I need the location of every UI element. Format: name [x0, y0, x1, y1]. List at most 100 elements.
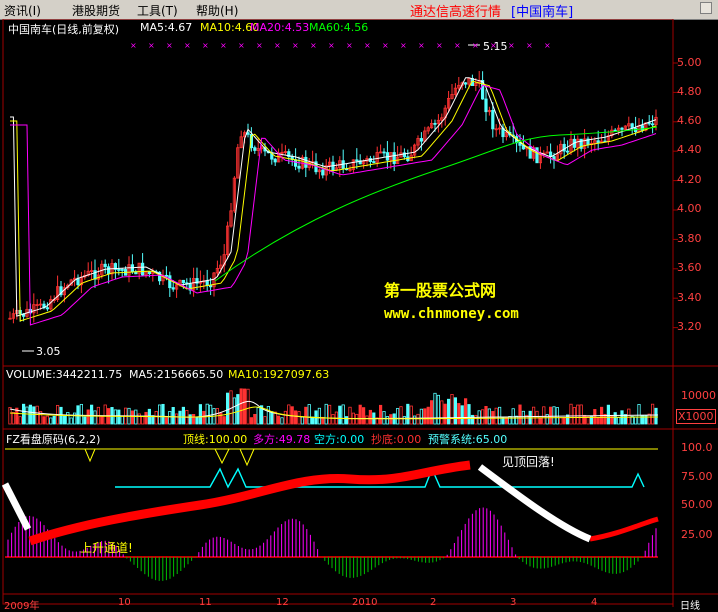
volume-bar: [341, 404, 345, 425]
signal-marker: ×: [418, 41, 425, 50]
signal-marker: ×: [436, 41, 443, 50]
volume-bar: [361, 407, 366, 425]
volume-bar: [579, 404, 583, 425]
candle-body: [596, 140, 600, 144]
volume-bar: [161, 403, 165, 425]
volume-bar: [198, 404, 202, 425]
candle-body: [273, 158, 277, 163]
volume-bar: [651, 403, 655, 425]
signal-marker: ×: [472, 41, 479, 50]
volume-bar: [583, 414, 587, 425]
time-label: 11: [199, 597, 212, 608]
candle-body: [419, 138, 424, 142]
candle-body: [647, 122, 651, 125]
volume-bar: [293, 410, 298, 425]
time-label: 12: [276, 597, 289, 608]
volume-bar: [327, 404, 332, 425]
volume-bar: [249, 417, 253, 425]
menu-hk-futures[interactable]: 港股期货: [72, 2, 120, 19]
high-marker: 5.15: [483, 40, 508, 53]
ma10-line: [10, 80, 657, 322]
period-label[interactable]: 日线: [680, 597, 700, 612]
signal-marker: ×: [184, 41, 191, 50]
candle-body: [181, 279, 185, 284]
signal-marker: ×: [166, 41, 173, 50]
signal-marker: ×: [526, 41, 533, 50]
candle-body: [392, 152, 396, 164]
volume-bar: [440, 400, 444, 425]
volume-bar: [450, 394, 454, 425]
volume-bar: [73, 412, 77, 425]
menu-help[interactable]: 帮助(H): [196, 2, 238, 19]
price-tick: 3.80: [677, 232, 702, 245]
volume-bar: [378, 404, 383, 425]
volume-bar: [164, 417, 168, 425]
volume-bar: [35, 405, 39, 425]
volume-bar: [627, 408, 631, 425]
volume-bar: [429, 400, 434, 425]
candle-body: [147, 271, 151, 275]
candle-body: [168, 275, 172, 289]
volume-bar: [623, 414, 628, 425]
volume-bar: [549, 406, 553, 425]
menu-tools[interactable]: 工具(T): [137, 2, 178, 19]
price-tick: 5.00: [677, 56, 702, 69]
time-label: 2009年: [4, 601, 40, 612]
ma20-label: MA20:4.53: [250, 21, 310, 34]
price-tick: 4.40: [677, 143, 702, 156]
candle-body: [491, 109, 495, 130]
ma60-line: [214, 126, 658, 282]
chart-stage: × × × × × × × × × × × × × × × × × × × × × × × × 中国南车(日线,前复权) MA…: [0, 19, 718, 612]
volume-bar: [409, 405, 413, 425]
volume-bar: [406, 403, 410, 425]
volume-bar: [283, 410, 288, 425]
chart-canvas[interactable]: × × × × × × × × × × × × × × × × × × × × × × × ×: [0, 19, 718, 607]
volume-bar: [446, 398, 451, 425]
volume-bar: [436, 394, 441, 425]
volume-bar: [460, 405, 464, 425]
volume-bar: [532, 406, 536, 425]
volume-bar: [463, 398, 468, 425]
volume-bar: [178, 410, 182, 425]
volume-bar: [66, 412, 70, 425]
volume-bar: [310, 416, 315, 425]
volume-bar: [637, 404, 641, 425]
window-title: 通达信高速行情: [410, 5, 502, 20]
volume-bar: [419, 408, 424, 425]
restore-icon[interactable]: [700, 2, 712, 14]
volume-bar: [467, 404, 471, 425]
volume-bar: [593, 409, 597, 425]
candle-body: [372, 161, 376, 163]
price-tick: 4.20: [677, 173, 702, 186]
volume-bar: [32, 406, 36, 425]
volume-bar: [134, 409, 138, 425]
volume-bar: [562, 417, 566, 425]
candle-body: [107, 266, 111, 275]
volume-bar: [222, 416, 226, 425]
volume-bar: [596, 417, 600, 425]
volume-bar: [49, 417, 53, 425]
volume-bar: [45, 415, 50, 425]
candle-body: [321, 169, 325, 176]
volume-ma10: MA10:1927097.63: [228, 368, 330, 381]
signal-marker: ×: [508, 41, 515, 50]
top-line-dips: [84, 448, 255, 467]
candle-body: [140, 262, 145, 276]
volume-bar: [307, 404, 311, 425]
menu-bar: 资讯(I) 港股期货 工具(T) 帮助(H) 通达信高速行情 [中国南车]: [0, 0, 718, 20]
menu-info[interactable]: 资讯(I): [4, 2, 41, 19]
volume-tick: 10000: [681, 389, 716, 402]
signal-marker: ×: [346, 41, 353, 50]
volume-bar: [232, 397, 236, 425]
candle-body: [549, 151, 553, 157]
price-tick: 3.40: [677, 291, 702, 304]
volume-bar: [191, 414, 196, 425]
volume-bar: [368, 409, 373, 425]
volume-bar: [338, 405, 342, 425]
volume-bar: [113, 409, 117, 425]
volume-bar: [494, 407, 498, 425]
volume-bar: [300, 416, 305, 425]
signal-marker: ×: [364, 41, 371, 50]
signal-marker: ×: [202, 41, 209, 50]
volume-bar: [157, 404, 162, 425]
